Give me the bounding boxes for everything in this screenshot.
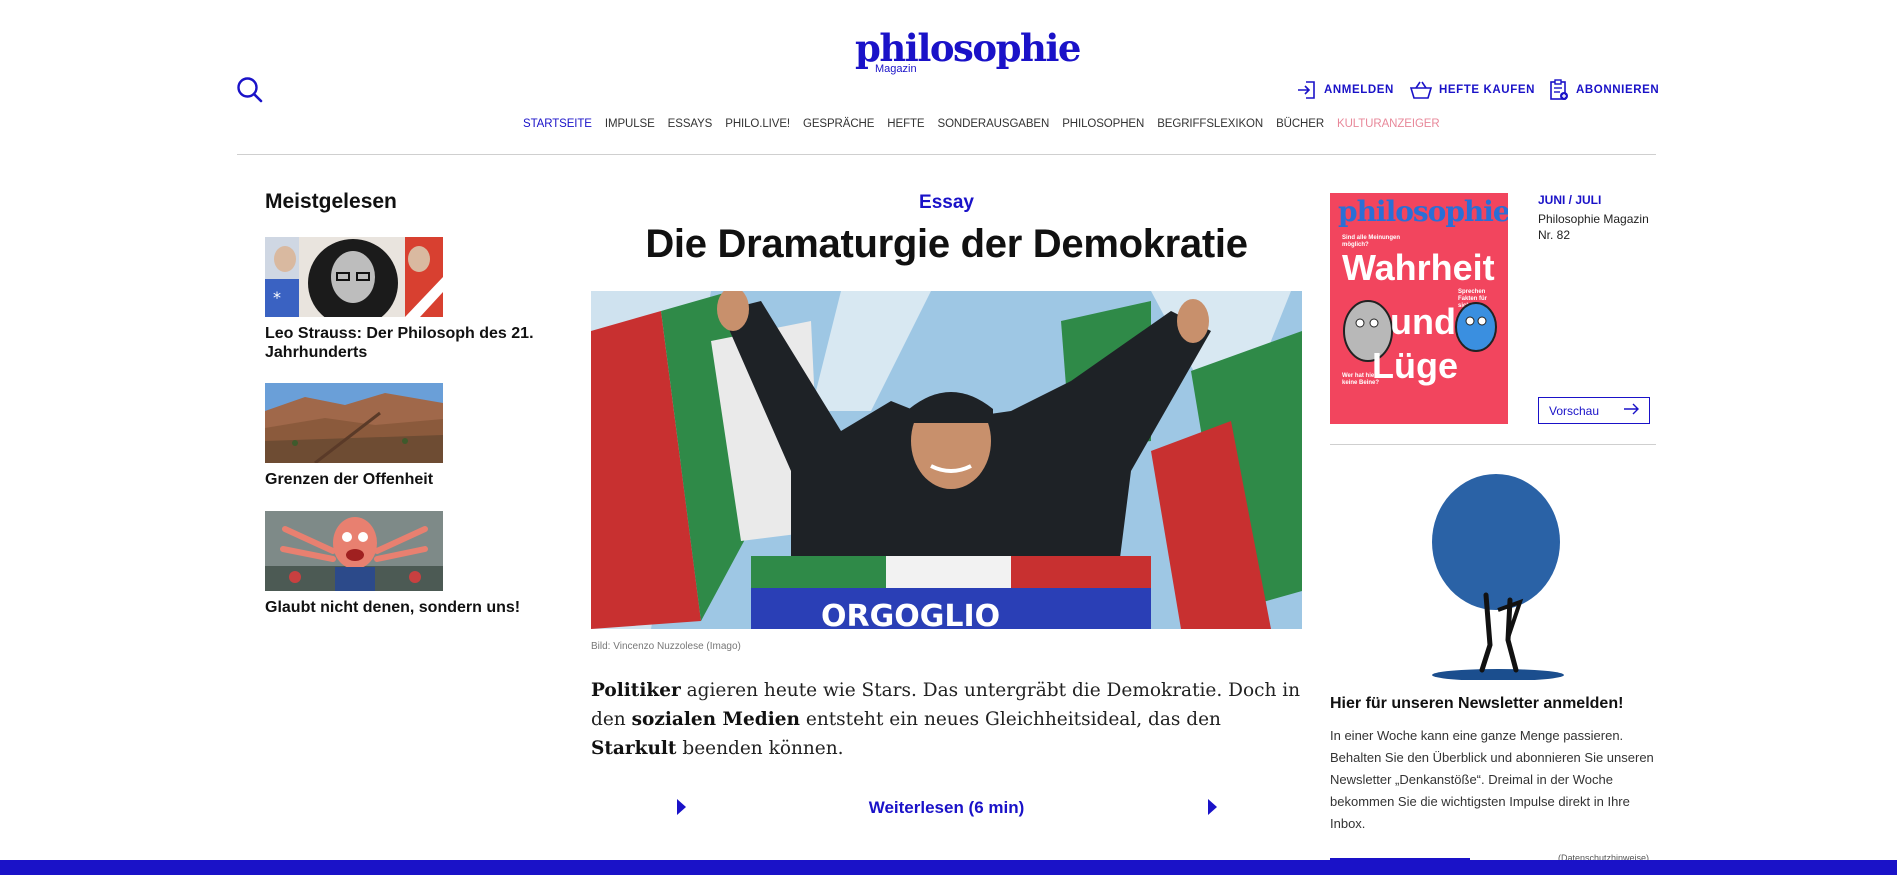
cover-headline-1: Wahrheit: [1342, 247, 1495, 288]
nav-philo-live[interactable]: PHILO.LIVE!: [725, 118, 790, 130]
header-divider: [237, 154, 1656, 155]
nav-impulse[interactable]: IMPULSE: [605, 118, 655, 130]
login-link[interactable]: ANMELDEN: [1297, 79, 1394, 101]
bottom-banner-bar[interactable]: [0, 860, 1897, 875]
main-navigation: STARTSEITE IMPULSE ESSAYS PHILO.LIVE! GE…: [523, 118, 1440, 130]
most-read-heading: Meistgelesen: [265, 190, 397, 213]
arrow-right-icon: [1624, 403, 1639, 415]
lede-bold: Politiker: [591, 680, 681, 701]
preview-button[interactable]: Vorschau: [1538, 397, 1650, 424]
subscribe-label: ABONNIEREN: [1576, 84, 1660, 96]
buy-issues-link[interactable]: HEFTE KAUFEN: [1410, 79, 1535, 101]
cover-logo: philosophie: [1338, 195, 1508, 228]
nav-essays[interactable]: ESSAYS: [668, 118, 713, 130]
most-read-title: Leo Strauss: Der Philosoph des 21. Jahrh…: [265, 325, 534, 361]
most-read-thumbnail: [265, 383, 443, 463]
newsletter-illustration: [1432, 474, 1564, 680]
search-button[interactable]: [236, 76, 264, 104]
newsletter-heading: Hier für unseren Newsletter anmelden!: [1330, 695, 1624, 712]
issue-name: Philosophie Magazin Nr. 82: [1538, 212, 1649, 242]
nav-startseite[interactable]: STARTSEITE: [523, 118, 592, 130]
nav-buecher[interactable]: BÜCHER: [1276, 118, 1324, 130]
cover-headline-3: Lüge: [1372, 345, 1458, 386]
article-lede: Politiker agieren heute wie Stars. Das u…: [591, 676, 1302, 763]
article-hero-image[interactable]: ORGOGLIO: [591, 291, 1302, 629]
most-read-title: Grenzen der Offenheit: [265, 471, 434, 488]
image-credit: Bild: Vincenzo Nuzzolese (Imago): [591, 641, 741, 652]
most-read-item[interactable]: Grenzen der Offenheit: [265, 383, 555, 489]
article-kicker: Essay: [919, 192, 974, 213]
subscribe-link[interactable]: ABONNIEREN: [1549, 79, 1659, 101]
lede-bold: Starkult: [591, 738, 677, 759]
site-logo[interactable]: philosophie Magazin: [855, 26, 1081, 78]
nav-kulturanzeiger[interactable]: KULTURANZEIGER: [1337, 118, 1440, 130]
search-icon: [237, 77, 263, 103]
nav-begriffslexikon[interactable]: BEGRIFFSLEXIKON: [1157, 118, 1263, 130]
most-read-thumbnail: [265, 511, 443, 591]
newsletter-description: In einer Woche kann eine ganze Menge pas…: [1330, 728, 1654, 831]
issue-date: JUNI / JULI: [1538, 193, 1602, 207]
login-icon: [1298, 81, 1315, 99]
lede-text: entsteht ein neues Gleichheitsideal, das…: [800, 709, 1221, 730]
most-read-title: Glaubt nicht denen, sondern uns!: [265, 599, 521, 616]
read-more-link[interactable]: Weiterlesen (6 min): [591, 795, 1302, 821]
nav-hefte[interactable]: HEFTE: [887, 118, 924, 130]
preview-label: Vorschau: [1549, 404, 1600, 418]
article-headline[interactable]: Die Dramaturgie der Demokratie: [591, 222, 1302, 267]
basket-icon: [1410, 81, 1432, 99]
svg-text:*: *: [273, 288, 281, 307]
cover-headline-2: und: [1390, 301, 1456, 342]
issue-cover[interactable]: philosophie Sind alle Meinungen möglich?…: [1330, 193, 1508, 424]
nav-sonderausgaben[interactable]: SONDERAUSGABEN: [938, 118, 1050, 130]
lede-text: beenden können.: [676, 738, 844, 759]
nav-gespraeche[interactable]: GESPRÄCHE: [803, 118, 874, 130]
right-column-divider: [1330, 444, 1656, 445]
podium-text: ORGOGLIO: [821, 599, 1000, 629]
nav-philosophen[interactable]: PHILOSOPHEN: [1062, 118, 1144, 130]
login-label: ANMELDEN: [1324, 84, 1394, 96]
cover-bottom-teaser: Wer hat hier keine Beine?: [1342, 373, 1380, 386]
most-read-item[interactable]: Glaubt nicht denen, sondern uns!: [265, 511, 555, 617]
play-triangle-icon: [1208, 799, 1217, 815]
subscribe-icon: [1550, 79, 1568, 100]
lede-bold: sozialen Medien: [631, 709, 800, 730]
most-read-item[interactable]: * Leo Strauss: Der Philosoph des 21. Jah…: [265, 237, 555, 362]
logo-subtitle: Magazin: [875, 63, 917, 75]
most-read-thumbnail: *: [265, 237, 443, 317]
buy-issues-label: HEFTE KAUFEN: [1439, 84, 1536, 96]
